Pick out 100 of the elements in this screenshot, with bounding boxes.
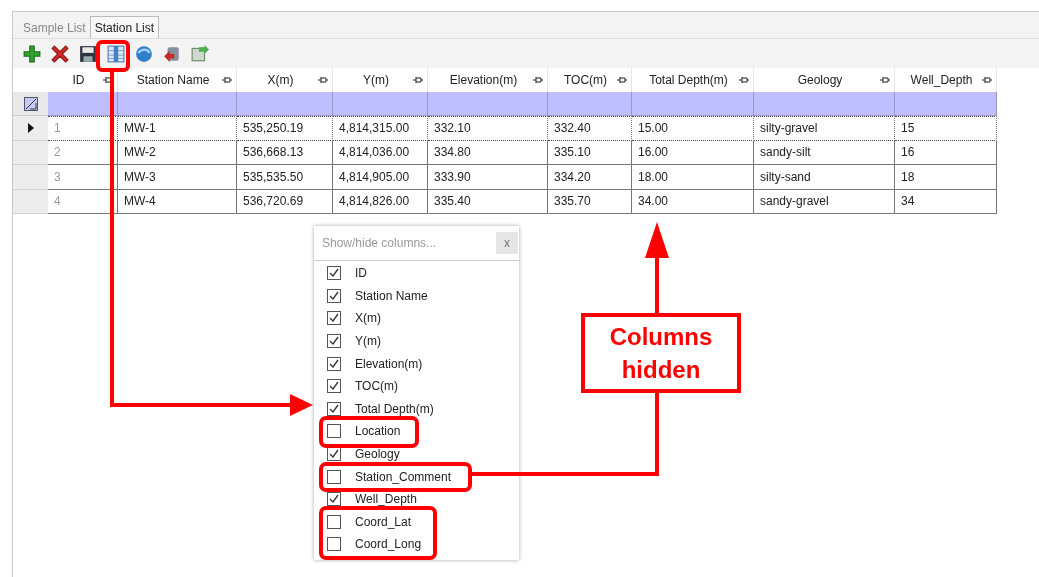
- checkmark-icon: [329, 358, 339, 369]
- column-option[interactable]: Total Depth(m): [314, 397, 519, 421]
- filter-cell[interactable]: [895, 92, 997, 116]
- table-cell: 334.80: [428, 140, 548, 165]
- checkmark-icon: [329, 403, 339, 414]
- table-cell: 4: [48, 189, 118, 214]
- table-cell: 2: [48, 140, 118, 165]
- table-cell: MW-2: [118, 140, 237, 165]
- option-label: Well_Depth: [355, 491, 417, 509]
- checkbox[interactable]: [327, 537, 341, 552]
- option-label: Y(m): [355, 333, 381, 351]
- column-option[interactable]: Geology: [314, 442, 519, 466]
- checkbox[interactable]: [327, 356, 341, 371]
- column-option[interactable]: Coord_Lat: [314, 510, 519, 534]
- filter-cell[interactable]: [333, 92, 428, 116]
- option-label: Station_Comment: [355, 468, 452, 486]
- checkmark-icon: [329, 290, 339, 301]
- table-cell: 4,814,905.00: [333, 165, 428, 190]
- table-cell: sandy-silt: [754, 140, 895, 165]
- column-option[interactable]: TOC(m): [314, 374, 519, 398]
- toolbar-button[interactable]: [49, 42, 71, 65]
- column-title: Station Name: [135, 72, 211, 89]
- table-cell: MW-1: [118, 116, 237, 141]
- table-cell: 335.40: [428, 189, 548, 214]
- delete-icon: [51, 44, 69, 63]
- table-cell: 332.10: [428, 116, 548, 141]
- column-option[interactable]: X(m): [314, 307, 519, 330]
- table-cell: silty-gravel: [754, 116, 895, 141]
- column-option[interactable]: Y(m): [314, 329, 519, 353]
- filter-icon[interactable]: [23, 96, 38, 111]
- table-cell: 335.70: [548, 189, 632, 214]
- table-cell: 1: [48, 116, 118, 141]
- filter-cell[interactable]: [237, 92, 333, 116]
- pin-icon[interactable]: [617, 76, 627, 84]
- pin-icon[interactable]: [318, 76, 328, 84]
- column-option[interactable]: Location: [314, 420, 519, 443]
- checkbox[interactable]: [327, 469, 341, 484]
- table-cell: 34.00: [632, 189, 754, 214]
- table-cell: MW-4: [118, 189, 237, 214]
- current-row-icon: [27, 122, 34, 133]
- pin-icon[interactable]: [880, 76, 890, 84]
- checkbox[interactable]: [327, 401, 341, 416]
- column-option[interactable]: Well_Depth: [314, 487, 519, 511]
- column-option[interactable]: ID: [314, 262, 519, 285]
- checkbox[interactable]: [327, 334, 341, 349]
- column-chooser-icon: [107, 44, 125, 63]
- column-title: Y(m): [362, 72, 390, 89]
- checkbox[interactable]: [327, 492, 341, 507]
- checkmark-icon: [329, 381, 339, 392]
- table-cell: 16.00: [632, 140, 754, 165]
- close-button[interactable]: x: [496, 232, 518, 254]
- spreadsheet-export-icon: [191, 44, 209, 63]
- option-label: X(m): [355, 310, 381, 328]
- table-cell: sandy-gravel: [754, 189, 895, 214]
- column-option[interactable]: Station Name: [314, 284, 519, 308]
- table-cell: 332.40: [548, 116, 632, 141]
- column-title: X(m): [266, 72, 295, 89]
- checkmark-icon: [329, 268, 339, 279]
- checkbox[interactable]: [327, 288, 341, 303]
- tab[interactable]: Station List: [89, 16, 160, 38]
- pin-icon[interactable]: [533, 76, 543, 84]
- column-option[interactable]: Station_Comment: [314, 465, 519, 488]
- table-cell: 16: [895, 140, 997, 165]
- checkbox[interactable]: [327, 514, 341, 529]
- pin-icon[interactable]: [222, 76, 232, 84]
- column-title: Elevation(m): [448, 72, 519, 89]
- database-arrow-icon: [163, 44, 181, 63]
- filter-cell[interactable]: [632, 92, 754, 116]
- table-cell: 333.90: [428, 165, 548, 190]
- row-header[interactable]: [13, 116, 48, 141]
- filter-cell[interactable]: [428, 92, 548, 116]
- table-cell: 3: [48, 165, 118, 190]
- column-title: TOC(m): [562, 72, 609, 89]
- checkmark-icon: [329, 313, 339, 324]
- table-cell: 18.00: [632, 165, 754, 190]
- table-cell: 34: [895, 189, 997, 214]
- checkbox[interactable]: [327, 311, 341, 326]
- column-option[interactable]: Elevation(m): [314, 352, 519, 375]
- pin-icon[interactable]: [413, 76, 423, 84]
- filter-cell[interactable]: [754, 92, 895, 116]
- filter-cell[interactable]: [548, 92, 632, 116]
- checkbox[interactable]: [327, 379, 341, 394]
- column-title: Well_Depth: [909, 72, 974, 89]
- filter-cell[interactable]: [48, 92, 118, 116]
- pin-icon[interactable]: [739, 76, 749, 84]
- table-cell: 535,535.50: [237, 165, 333, 190]
- pin-icon[interactable]: [103, 76, 113, 84]
- add-icon: [23, 44, 41, 63]
- checkbox[interactable]: [327, 266, 341, 281]
- table-cell: 536,668.13: [237, 140, 333, 165]
- column-option[interactable]: Coord_Long: [314, 533, 519, 556]
- column-title: Geology: [796, 72, 844, 89]
- table-cell: 4,814,826.00: [333, 189, 428, 214]
- table-cell: 535,250.19: [237, 116, 333, 141]
- pin-icon[interactable]: [982, 76, 992, 84]
- table-cell: 15.00: [632, 116, 754, 141]
- filter-cell[interactable]: [118, 92, 237, 116]
- option-label: Coord_Long: [355, 536, 422, 554]
- option-label: ID: [355, 265, 367, 283]
- checkbox[interactable]: [327, 424, 341, 439]
